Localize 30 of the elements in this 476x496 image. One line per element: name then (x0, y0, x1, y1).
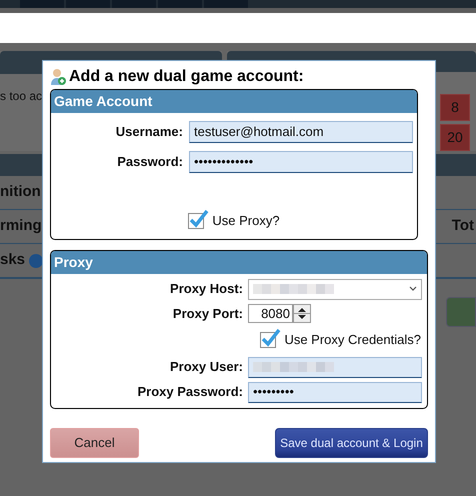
panel-text: s too ac (0, 89, 42, 103)
input-field[interactable] (248, 356, 422, 378)
field-label: Proxy Password: (136, 383, 243, 402)
user-add-icon (50, 68, 66, 86)
dropdown-field[interactable] (248, 278, 422, 300)
checkbox-label: Use Proxy Credentials? (284, 331, 421, 349)
number-field[interactable]: 8080 (248, 304, 293, 323)
score-cell: 20 (440, 124, 470, 151)
input-field[interactable]: ••••••••••••• (189, 151, 413, 173)
group-header: Game Account (51, 90, 417, 113)
input-field[interactable]: testuser@hotmail.com (189, 121, 413, 143)
field-label: Proxy User: (169, 358, 243, 376)
field-label: Proxy Port: (172, 304, 243, 323)
field-label: Proxy Host: (169, 280, 243, 298)
row-label: nition (0, 182, 41, 202)
dialog-title: Add a new dual game account: (69, 67, 304, 87)
row-label: sks (0, 250, 26, 270)
score-cell: 8 (440, 94, 470, 121)
input-field[interactable]: ••••••••• (248, 382, 422, 402)
help-icon[interactable] (29, 254, 44, 268)
checkbox-label: Use Proxy? (212, 212, 280, 230)
field-label: Password: (116, 153, 183, 172)
spinner-icon[interactable] (293, 304, 311, 323)
group-header: Proxy (51, 250, 427, 274)
chevron-icon (409, 286, 417, 292)
column-header: Tot (452, 216, 474, 236)
row-label: rming (0, 216, 42, 236)
save-button[interactable]: Save dual account & Login (275, 428, 428, 458)
field-label: Username: (114, 123, 183, 142)
cancel-button[interactable]: Cancel (50, 428, 139, 458)
